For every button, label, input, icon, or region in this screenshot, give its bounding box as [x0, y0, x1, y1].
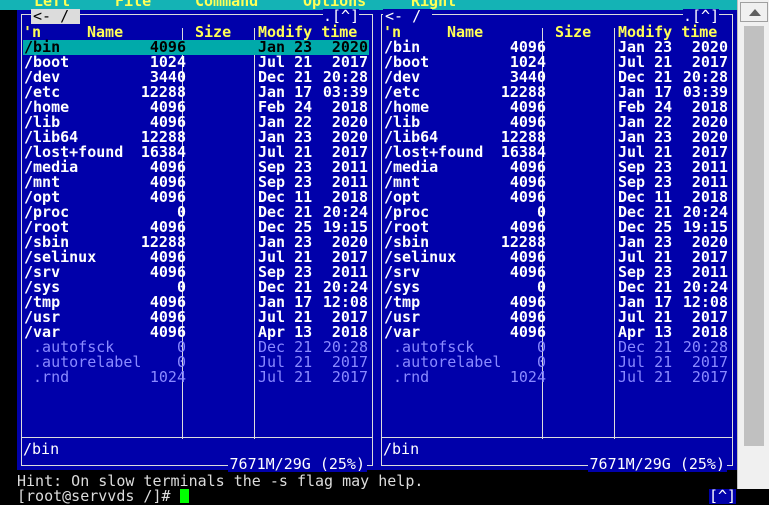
file-row[interactable]: /opt 4096 Dec 11 2018	[383, 190, 729, 205]
file-row[interactable]: /root 4096 Dec 25 19:15	[383, 220, 729, 235]
window-scrollbar[interactable]	[737, 0, 769, 489]
file-size: 1024	[149, 368, 186, 386]
file-row[interactable]: /root 4096 Dec 25 19:15	[23, 220, 369, 235]
left-panel-path-text: /	[60, 7, 70, 25]
file-date: Jul 21	[258, 368, 313, 386]
right-panel-corner-button[interactable]: .[^]	[683, 9, 720, 24]
left-panel-corner-button[interactable]: .[^]	[323, 9, 360, 24]
shell-prompt[interactable]: [root@servvds /]#	[17, 489, 189, 504]
file-row[interactable]: /etc 12288 Jan 17 03:39	[23, 85, 369, 100]
file-row[interactable]: /proc 0 Dec 21 20:24	[23, 205, 369, 220]
file-row[interactable]: /sys 0 Dec 21 20:24	[23, 280, 369, 295]
file-name: .rnd	[384, 368, 430, 386]
left-panel[interactable]: <- / .[^] 'n Name Size Modify time /bin 4…	[17, 7, 377, 473]
prompt-text: [root@servvds /]#	[17, 487, 180, 505]
file-row[interactable]: /tmp 4096 Jan 17 12:08	[23, 295, 369, 310]
file-row[interactable]: .autorelabel 0 Jul 21 2017	[383, 355, 729, 370]
menu-bar: Left File Command Options Right	[0, 0, 737, 10]
right-col-size[interactable]: Size	[555, 25, 591, 40]
file-row[interactable]: /boot 1024 Jul 21 2017	[23, 55, 369, 70]
file-row[interactable]: /srv 4096 Sep 23 2011	[383, 265, 729, 280]
right-status-path: /bin	[383, 440, 420, 458]
file-row[interactable]: /proc 0 Dec 21 20:24	[383, 205, 729, 220]
file-row[interactable]: /bin 4096 Jan 23 2020	[383, 40, 729, 55]
file-row[interactable]: .autorelabel 0 Jul 21 2017	[23, 355, 369, 370]
left-panel-path[interactable]: <- /	[31, 7, 81, 25]
file-row[interactable]: .rnd 1024 Jul 21 2017	[383, 370, 729, 385]
right-col-name[interactable]: Name	[447, 25, 483, 40]
right-free-space: 7671M/29G (25%)	[587, 455, 727, 473]
right-panel[interactable]: <- / .[^] 'n Name Size Modify time /bin 4…	[377, 7, 737, 473]
menu-command[interactable]: Command	[195, 0, 258, 9]
file-row[interactable]: /bin 4096 Jan 23 2020	[23, 40, 369, 55]
file-row[interactable]: /media 4096 Sep 23 2011	[383, 160, 729, 175]
file-row[interactable]: /selinux 4096 Jul 21 2017	[383, 250, 729, 265]
file-row[interactable]: /etc 12288 Jan 17 03:39	[383, 85, 729, 100]
file-row[interactable]: /selinux 4096 Jul 21 2017	[23, 250, 369, 265]
file-time: 2017	[331, 368, 368, 386]
file-row[interactable]: /usr 4096 Jul 21 2017	[23, 310, 369, 325]
file-row[interactable]: /home 4096 Feb 24 2018	[23, 100, 369, 115]
file-row[interactable]: /srv 4096 Sep 23 2011	[23, 265, 369, 280]
right-status-divider	[381, 437, 733, 438]
file-row[interactable]: /dev 3440 Dec 21 20:28	[383, 70, 729, 85]
menu-file[interactable]: File	[115, 0, 151, 9]
file-row[interactable]: /tmp 4096 Jan 17 12:08	[383, 295, 729, 310]
file-row[interactable]: /home 4096 Feb 24 2018	[383, 100, 729, 115]
left-free-space: 7671M/29G (25%)	[227, 455, 367, 473]
file-row[interactable]: .rnd 1024 Jul 21 2017	[23, 370, 369, 385]
scroll-up-arrow-icon[interactable]	[740, 2, 768, 22]
left-file-list: /bin 4096 Jan 23 2020/boot 1024 Jul 21 2017/de…	[23, 40, 369, 385]
file-row[interactable]: /usr 4096 Jul 21 2017	[383, 310, 729, 325]
right-panel-path[interactable]: <- /	[383, 7, 433, 25]
left-status-divider	[21, 437, 373, 438]
file-row[interactable]: /opt 4096 Dec 11 2018	[23, 190, 369, 205]
terminal-screen: Left File Command Options Right <- / .[^…	[0, 0, 769, 505]
scrollbar-thumb[interactable]	[744, 26, 764, 446]
left-col-name[interactable]: Name	[87, 25, 123, 40]
right-panel-path-text: /	[412, 7, 422, 25]
text-cursor	[179, 489, 189, 503]
file-row[interactable]: /boot 1024 Jul 21 2017	[383, 55, 729, 70]
file-row[interactable]: /mnt 4096 Sep 23 2011	[383, 175, 729, 190]
file-time: 2017	[691, 368, 728, 386]
file-size: 1024	[509, 368, 546, 386]
file-name: .rnd	[24, 368, 70, 386]
left-status-path: /bin	[23, 440, 60, 458]
file-row[interactable]: /sys 0 Dec 21 20:24	[383, 280, 729, 295]
file-row[interactable]: /media 4096 Sep 23 2011	[23, 160, 369, 175]
right-file-list: /bin 4096 Jan 23 2020/boot 1024 Jul 21 2017/de…	[383, 40, 729, 385]
left-col-size[interactable]: Size	[195, 25, 231, 40]
bottom-corner-button[interactable]: [^]	[709, 489, 737, 504]
file-row[interactable]: /mnt 4096 Sep 23 2011	[23, 175, 369, 190]
file-row[interactable]: /dev 3440 Dec 21 20:28	[23, 70, 369, 85]
file-date: Jul 21	[618, 368, 673, 386]
